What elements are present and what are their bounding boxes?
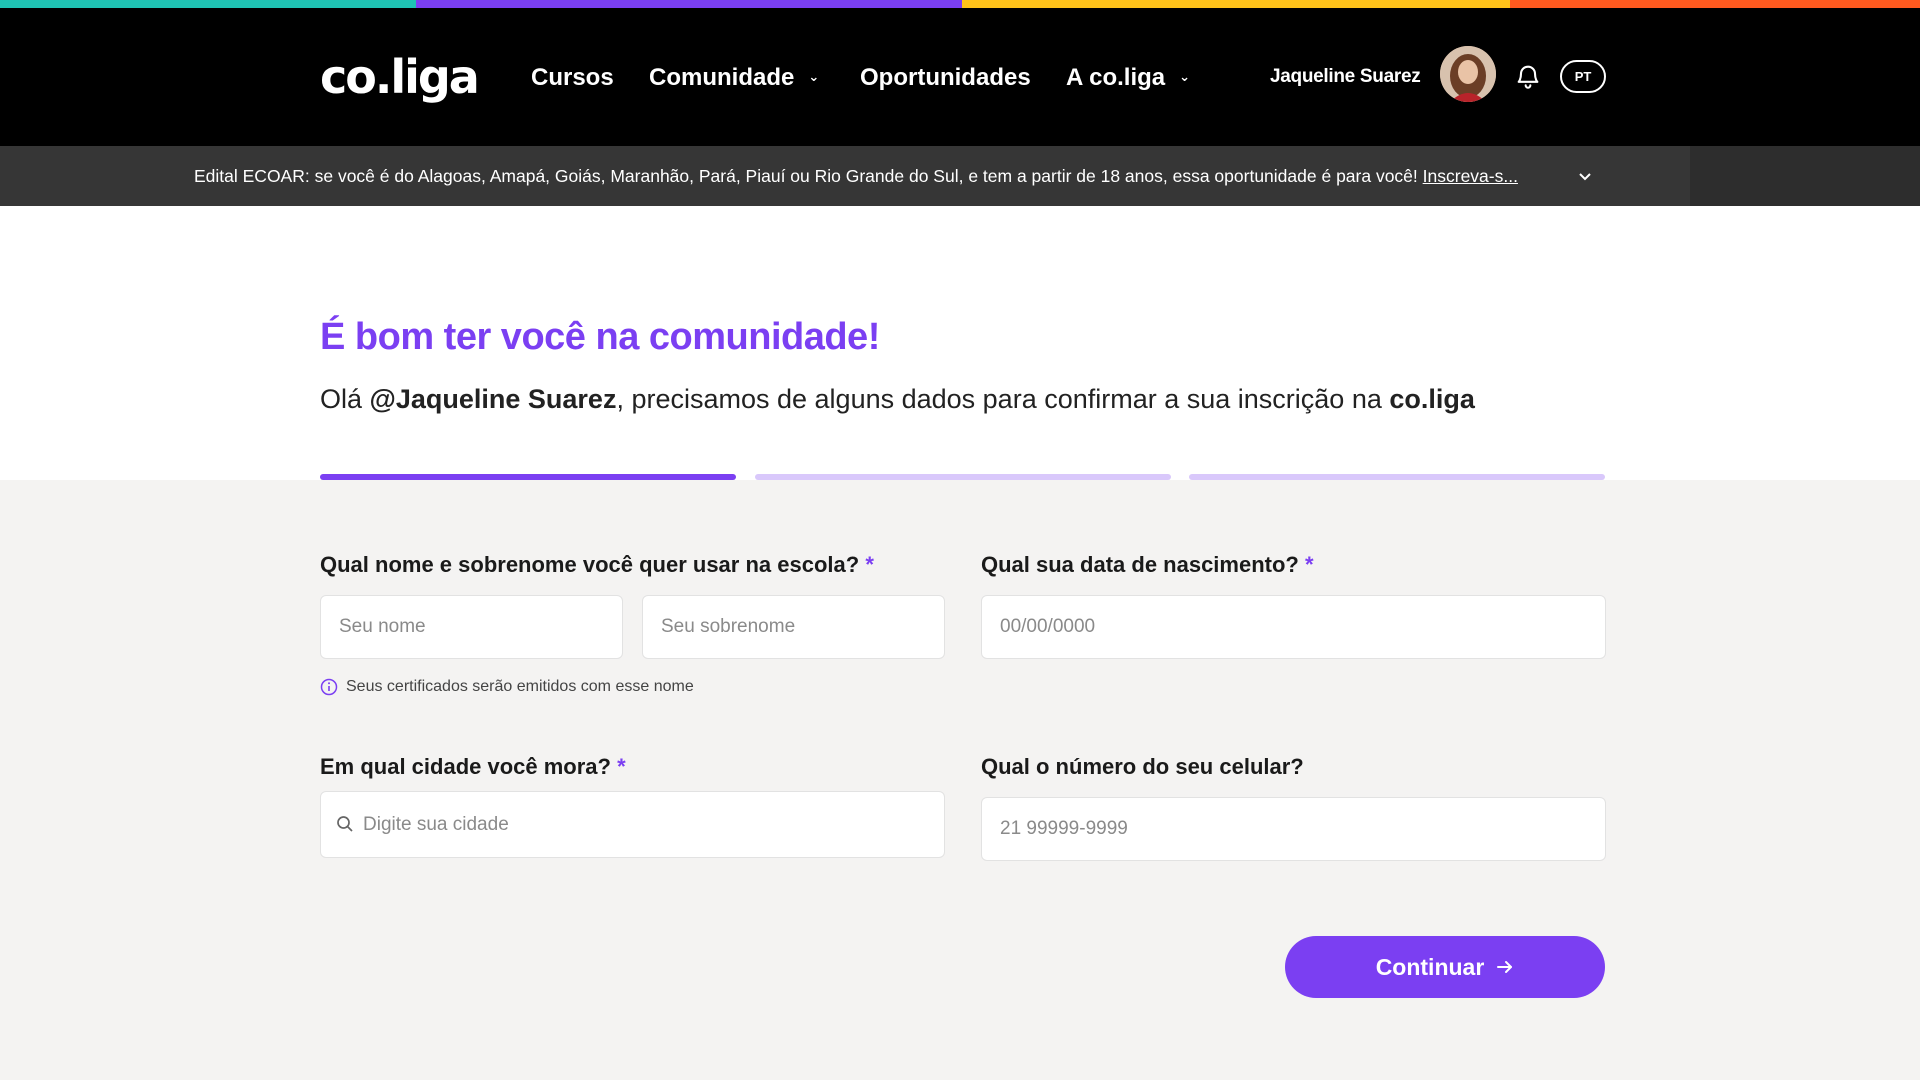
birth-date-label: Qual sua data de nascimento? * bbox=[981, 552, 1314, 578]
phone-label-text: Qual o número do seu celular? bbox=[981, 754, 1304, 779]
chevron-down-icon: ⌄ bbox=[808, 69, 820, 84]
page-subtitle: Olá @Jaqueline Suarez, precisamos de alg… bbox=[320, 384, 1475, 415]
arrow-right-icon bbox=[1497, 961, 1513, 973]
bell-icon[interactable] bbox=[1514, 62, 1542, 90]
info-icon bbox=[320, 678, 338, 696]
city-search-input[interactable] bbox=[320, 791, 945, 858]
name-label: Qual nome e sobrenome você quer usar na … bbox=[320, 552, 874, 578]
continue-button[interactable]: Continuar bbox=[1285, 936, 1605, 998]
required-marker: * bbox=[617, 754, 626, 779]
hero-section: É bom ter você na comunidade! Olá @Jaque… bbox=[0, 206, 1920, 480]
color-bar-purple bbox=[416, 0, 962, 8]
progress-step-3 bbox=[1189, 474, 1605, 480]
top-navigation: co.liga Cursos Comunidade ⌄ Oportunidades… bbox=[0, 8, 1920, 146]
coliga-logo[interactable]: co.liga bbox=[320, 50, 480, 104]
name-label-text: Qual nome e sobrenome você quer usar na … bbox=[320, 552, 860, 577]
phone-input[interactable] bbox=[981, 797, 1606, 861]
avatar[interactable] bbox=[1440, 46, 1496, 102]
banner-text: Edital ECOAR: se você é do Alagoas, Amap… bbox=[194, 166, 1518, 187]
nav-item-label: Cursos bbox=[531, 64, 614, 91]
birth-date-label-text: Qual sua data de nascimento? bbox=[981, 552, 1299, 577]
nav-item-cursos[interactable]: Cursos bbox=[531, 64, 614, 92]
nav-item-oportunidades[interactable]: Oportunidades bbox=[860, 64, 1031, 92]
nav-item-comunidade[interactable]: Comunidade ⌄ bbox=[649, 64, 819, 92]
nav-item-label: Comunidade bbox=[649, 64, 795, 91]
language-selector[interactable]: PT bbox=[1560, 60, 1606, 93]
color-bar-teal bbox=[0, 0, 416, 8]
nav-item-label: Oportunidades bbox=[860, 64, 1031, 91]
name-hint-text: Seus certificados serão emitidos com ess… bbox=[346, 678, 694, 695]
subtitle-username: @Jaqueline Suarez bbox=[369, 384, 617, 414]
first-name-input[interactable] bbox=[320, 595, 623, 659]
city-label: Em qual cidade você mora? * bbox=[320, 754, 626, 780]
progress-step-1 bbox=[320, 474, 736, 480]
color-bar-orange bbox=[1510, 0, 1920, 8]
chevron-down-icon[interactable] bbox=[1578, 172, 1592, 182]
announcement-banner: Edital ECOAR: se você é do Alagoas, Amap… bbox=[0, 146, 1920, 206]
subtitle-brand: co.liga bbox=[1389, 384, 1475, 414]
brand-color-bar bbox=[0, 0, 1920, 8]
search-icon bbox=[337, 816, 353, 832]
page-title: É bom ter você na comunidade! bbox=[320, 316, 880, 358]
subtitle-middle: , precisamos de alguns dados para confir… bbox=[616, 384, 1390, 414]
progress-step-2 bbox=[755, 474, 1171, 480]
continue-button-label: Continuar bbox=[1375, 953, 1485, 980]
required-marker: * bbox=[1305, 552, 1314, 577]
user-name[interactable]: Jaqueline Suarez bbox=[1270, 66, 1421, 88]
nav-item-a-coliga[interactable]: A co.liga ⌄ bbox=[1066, 64, 1190, 92]
phone-label: Qual o número do seu celular? bbox=[981, 754, 1304, 780]
city-label-text: Em qual cidade você mora? bbox=[320, 754, 611, 779]
color-bar-yellow bbox=[962, 0, 1510, 8]
chevron-down-icon: ⌄ bbox=[1179, 69, 1191, 84]
required-marker: * bbox=[865, 552, 874, 577]
birth-date-input[interactable] bbox=[981, 595, 1606, 659]
subtitle-prefix: Olá bbox=[320, 384, 370, 414]
name-hint: Seus certificados serão emitidos com ess… bbox=[320, 678, 694, 696]
avatar-image bbox=[1440, 46, 1496, 102]
nav-item-label: A co.liga bbox=[1066, 64, 1166, 91]
banner-message: Edital ECOAR: se você é do Alagoas, Amap… bbox=[194, 166, 1423, 186]
banner-link[interactable]: Inscreva-s... bbox=[1423, 166, 1518, 186]
last-name-input[interactable] bbox=[642, 595, 945, 659]
city-search-field bbox=[320, 791, 945, 858]
